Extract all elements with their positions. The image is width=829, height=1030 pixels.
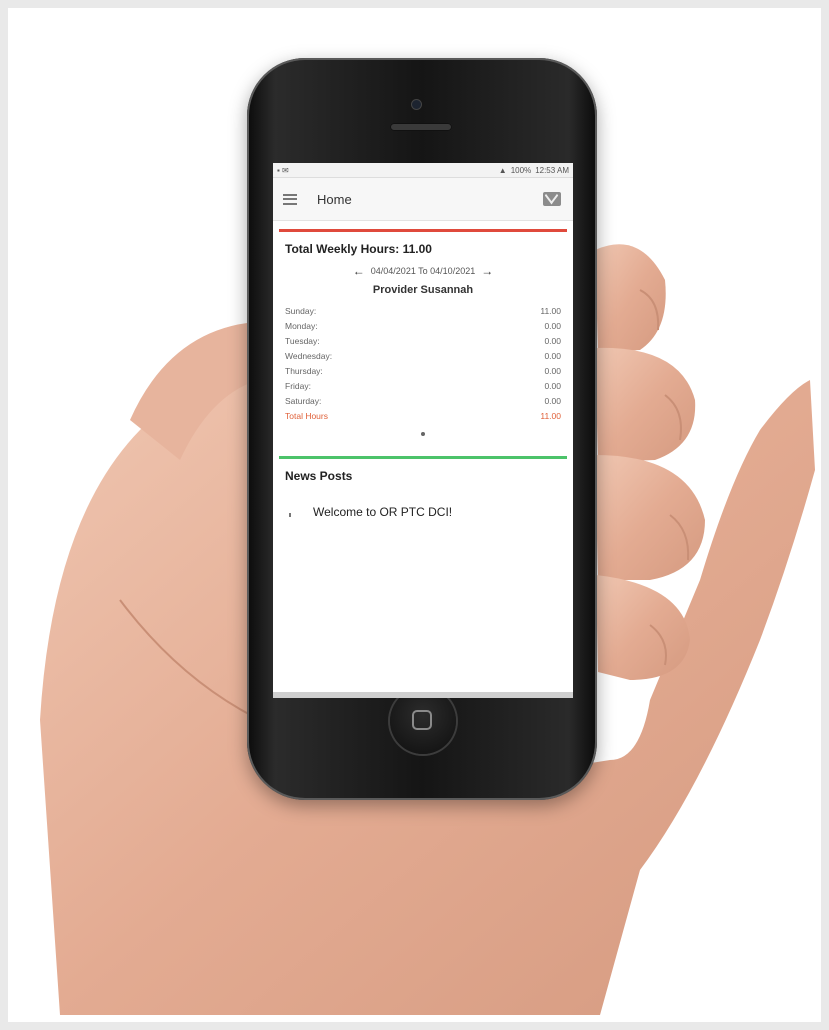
news-posts-card: News Posts Welcome to OR PTC DCI! (279, 456, 567, 525)
day-label: Sunday: (285, 306, 317, 316)
total-hours-value: 11.00 (540, 411, 561, 421)
app-title: Home (317, 191, 352, 207)
day-hours: 0.00 (544, 321, 561, 331)
date-range-row: ← 04/04/2021 To 04/10/2021 → (285, 264, 561, 278)
front-camera (412, 100, 421, 109)
total-hours-label: Total Hours (285, 411, 328, 421)
pager-dot[interactable] (421, 432, 425, 436)
news-posts-title: News Posts (285, 469, 353, 483)
hours-row-saturday: Saturday: 0.00 (285, 394, 561, 409)
news-welcome-text[interactable]: Welcome to OR PTC DCI! (285, 505, 561, 519)
weekly-hours-card: Total Weekly Hours: 11.00 ← 04/04/2021 T… (279, 229, 567, 442)
day-label: Saturday: (285, 396, 322, 406)
mail-icon[interactable] (543, 192, 561, 206)
signal-icon: ▲ (498, 165, 507, 175)
day-hours: 11.00 (540, 306, 561, 316)
phone-screen: ▪ ✉ ▲ 100% 12:53 AM Home Total Weekly Ho… (273, 163, 573, 698)
date-range-label: 04/04/2021 To 04/10/2021 (370, 266, 476, 276)
arrow-left-icon[interactable]: ← (353, 264, 365, 278)
hamburger-menu-icon[interactable] (283, 193, 297, 205)
day-label: Tuesday: (285, 336, 320, 346)
earpiece-speaker (390, 123, 452, 131)
day-hours: 0.00 (544, 351, 561, 361)
weekly-hours-title: Total Weekly Hours: 11.00 (285, 242, 432, 256)
provider-name: Provider Susannah (372, 284, 474, 296)
day-hours: 0.00 (544, 396, 561, 406)
hours-row-monday: Monday: 0.00 (285, 319, 561, 334)
hours-row-thursday: Thursday: 0.00 (285, 364, 561, 379)
day-hours: 0.00 (544, 381, 561, 391)
arrow-right-icon[interactable]: → (481, 264, 493, 278)
hours-row-sunday: Sunday: 11.00 (285, 304, 561, 319)
day-hours: 0.00 (544, 336, 561, 346)
app-bar: Home (273, 178, 573, 221)
hours-row-wednesday: Wednesday: 0.00 (285, 349, 561, 364)
time-label: 12:53 AM (535, 165, 569, 175)
day-label: Monday: (285, 321, 318, 331)
day-label: Friday: (285, 381, 311, 391)
day-label: Wednesday: (285, 351, 333, 361)
status-left-icons: ▪ ✉ (277, 165, 289, 175)
day-hours: 0.00 (544, 366, 561, 376)
battery-label: 100% (510, 165, 532, 175)
day-label: Thursday: (285, 366, 323, 376)
hours-row-tuesday: Tuesday: 0.00 (285, 334, 561, 349)
screen-bottom-strip (273, 692, 573, 698)
hours-row-friday: Friday: 0.00 (285, 379, 561, 394)
hours-row-total: Total Hours 11.00 (285, 409, 561, 424)
status-bar: ▪ ✉ ▲ 100% 12:53 AM (273, 163, 573, 178)
